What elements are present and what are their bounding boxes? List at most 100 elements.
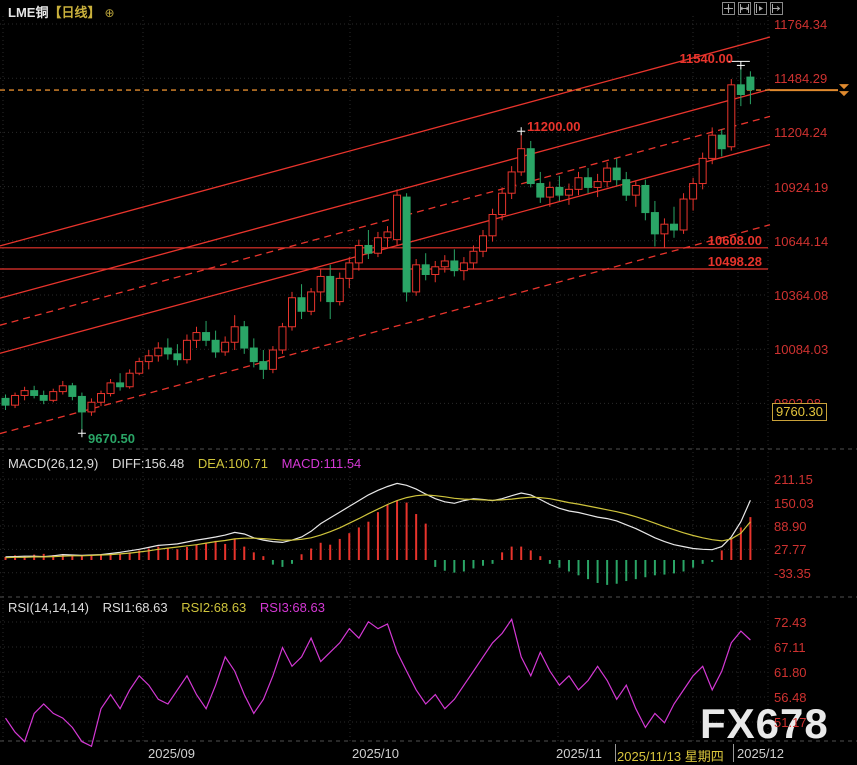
candle-body xyxy=(327,276,334,301)
candle-body xyxy=(632,185,639,195)
candle-body xyxy=(451,261,458,271)
date-axis-label: 2025/11/13 星期四 xyxy=(617,746,724,765)
rsi-line xyxy=(6,619,751,746)
price-axis-tick: 11204.24 xyxy=(774,125,827,140)
trend-line xyxy=(0,225,770,434)
candle-body xyxy=(308,292,315,311)
candle-body xyxy=(193,333,200,341)
circle-plus-icon[interactable]: ⊕ xyxy=(104,6,114,20)
candle-body xyxy=(155,348,162,356)
candle-body xyxy=(422,265,429,275)
candle-body xyxy=(336,278,343,301)
chart-toolbar xyxy=(722,2,783,15)
candle-body xyxy=(499,193,506,214)
candle-body xyxy=(623,180,630,195)
x-axis-range-icon[interactable] xyxy=(738,2,751,15)
candle-body xyxy=(279,327,286,350)
price-axis-tick: 11484.29 xyxy=(774,71,827,86)
candle-body xyxy=(183,340,190,359)
candle-body xyxy=(346,263,353,278)
candle-body xyxy=(126,373,133,387)
rsi2-value: RSI2:68.63 xyxy=(181,600,246,615)
date-axis-label: 2025/12 xyxy=(737,746,784,761)
macd-axis-tick: 150.03 xyxy=(774,496,814,511)
candle-body xyxy=(317,276,324,291)
candle-body xyxy=(21,391,28,396)
candle-body xyxy=(613,168,620,180)
candle-body xyxy=(690,184,697,199)
crosshair-tool-icon[interactable] xyxy=(722,2,735,15)
macd-axis-tick: -33.35 xyxy=(774,566,811,581)
macd-header: MACD(26,12,9) DIFF:156.48 DEA:100.71 MAC… xyxy=(8,456,371,471)
candle-body xyxy=(2,398,9,405)
trend-line xyxy=(0,144,770,353)
rsi-header: RSI(14,14,14) RSI1:68.63 RSI2:68.63 RSI3… xyxy=(8,600,335,615)
auto-scale-icon[interactable] xyxy=(754,2,767,15)
candle-body xyxy=(289,298,296,327)
candle-body xyxy=(460,263,467,271)
date-axis-tick xyxy=(733,744,734,762)
candle-body xyxy=(642,185,649,212)
price-marker-icon xyxy=(839,84,849,96)
candle-body xyxy=(480,236,487,251)
candle-body xyxy=(441,261,448,267)
candle-body xyxy=(718,135,725,149)
pane-expand-icon[interactable] xyxy=(770,2,783,15)
candle-body xyxy=(489,215,496,236)
macd-dea-value: DEA:100.71 xyxy=(198,456,268,471)
date-axis-label: 2025/09 xyxy=(148,746,195,761)
candle-body xyxy=(40,395,47,400)
chart-app: LME铜【日线】⊕ MACD(26,12,9) DIFF:156.48 DEA:… xyxy=(0,0,857,764)
support-line-label: 10498.28 xyxy=(692,254,762,269)
candle-body xyxy=(145,356,152,362)
price-axis-tick: 10644.14 xyxy=(774,234,828,249)
candle-body xyxy=(556,187,563,195)
rsi-axis-tick: 56.48 xyxy=(774,690,807,705)
candle-body xyxy=(709,135,716,158)
date-axis-tick xyxy=(615,744,616,762)
rsi3-value: RSI3:68.63 xyxy=(260,600,325,615)
chart-title: LME铜【日线】⊕ xyxy=(8,2,115,21)
candle-body xyxy=(527,149,534,184)
candle-body xyxy=(174,354,181,360)
candle-body xyxy=(403,197,410,292)
candle-body xyxy=(671,224,678,230)
candle-body xyxy=(136,362,143,374)
candle-body xyxy=(298,298,305,312)
macd-axis-tick: 27.77 xyxy=(774,542,807,557)
candle-body xyxy=(31,391,38,396)
candle-body xyxy=(203,333,210,341)
candle-body xyxy=(737,85,744,95)
candle-body xyxy=(565,189,572,195)
price-axis-tick: 10924.19 xyxy=(774,180,828,195)
candle-body xyxy=(699,158,706,183)
candle-body xyxy=(212,340,219,352)
candle-body xyxy=(680,199,687,230)
candle-body xyxy=(88,402,95,412)
rsi-axis-tick: 67.11 xyxy=(774,640,806,655)
candle-body xyxy=(394,195,401,240)
candle-body xyxy=(661,224,668,234)
candle-body xyxy=(12,395,19,405)
rsi1-value: RSI1:68.63 xyxy=(103,600,168,615)
candle-body xyxy=(747,77,754,90)
candle-body xyxy=(59,386,66,392)
candle-body xyxy=(98,394,105,403)
price-annotation: 9670.50 xyxy=(88,431,135,446)
candle-body xyxy=(651,213,658,234)
rsi-axis-tick: 61.80 xyxy=(774,665,807,680)
candle-body xyxy=(250,348,257,362)
candle-body xyxy=(537,184,544,198)
macd-indicator-name: MACD(26,12,9) xyxy=(8,456,98,471)
candle-body xyxy=(432,267,439,275)
candle-body xyxy=(355,245,362,262)
price-axis-tick: 11764.34 xyxy=(774,17,827,32)
candle-body xyxy=(78,396,85,411)
chart-canvas[interactable] xyxy=(0,0,857,764)
candle-body xyxy=(269,350,276,369)
candle-body xyxy=(546,187,553,197)
price-axis-tick: 10364.08 xyxy=(774,288,828,303)
candle-body xyxy=(164,348,171,354)
price-axis-tick: 10084.03 xyxy=(774,342,828,357)
support-line-label: 10608.00 xyxy=(692,233,762,248)
